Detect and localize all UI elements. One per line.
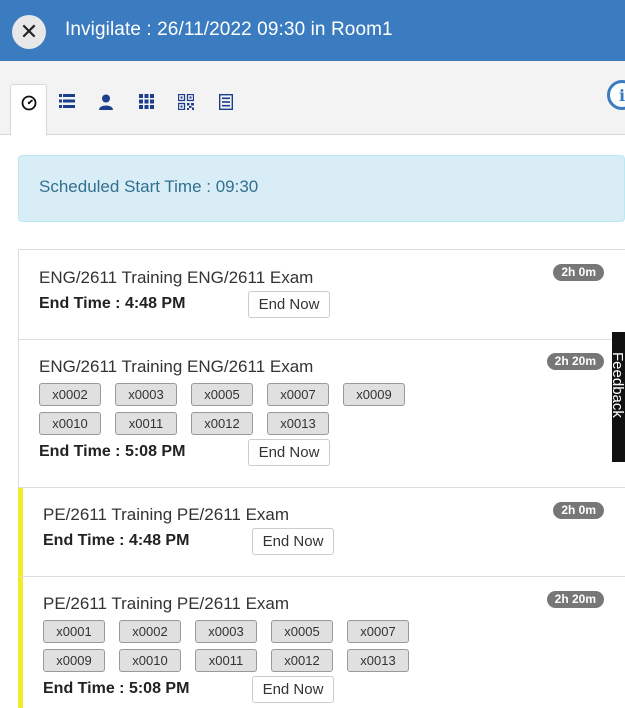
candidate-chip[interactable]: x0007 bbox=[347, 620, 409, 643]
candidate-chip[interactable]: x0002 bbox=[39, 383, 101, 406]
user-icon bbox=[99, 94, 113, 110]
candidate-chip[interactable]: x0003 bbox=[115, 383, 177, 406]
duration-badge: 2h 20m bbox=[546, 591, 604, 608]
candidate-chip[interactable]: x0005 bbox=[271, 620, 333, 643]
candidate-chip[interactable]: x0003 bbox=[195, 620, 257, 643]
candidate-chip[interactable]: x0012 bbox=[271, 649, 333, 672]
dashboard-icon bbox=[21, 95, 36, 111]
session-title: ENG/2611 Training ENG/2611 Exam bbox=[39, 268, 314, 287]
end-time-label: End Time : 4:48 PM bbox=[43, 532, 190, 549]
tab-list[interactable] bbox=[55, 84, 79, 136]
close-icon: ✕ bbox=[19, 19, 39, 44]
candidate-chip[interactable]: x0007 bbox=[267, 383, 329, 406]
tab-dashboard[interactable] bbox=[10, 84, 47, 136]
candidate-chip[interactable]: x0011 bbox=[115, 412, 177, 435]
tab-qr-code[interactable] bbox=[175, 84, 197, 136]
session-item: PE/2611 Training PE/2611 Exam 2h 0m End … bbox=[18, 488, 625, 577]
end-now-button[interactable]: End Now bbox=[248, 439, 330, 466]
candidate-chip[interactable]: x0013 bbox=[347, 649, 409, 672]
scheduled-start-text: Scheduled Start Time : 09:30 bbox=[39, 177, 259, 196]
candidate-chip[interactable]: x0013 bbox=[267, 412, 329, 435]
grid-icon bbox=[138, 94, 154, 109]
candidate-chip[interactable]: x0011 bbox=[195, 649, 257, 672]
session-list: ENG/2611 Training ENG/2611 Exam 2h 0m En… bbox=[18, 249, 625, 708]
scheduled-start-alert: Scheduled Start Time : 09:30 bbox=[18, 155, 625, 222]
candidate-chip[interactable]: x0001 bbox=[43, 620, 105, 643]
close-button[interactable]: ✕ bbox=[12, 15, 46, 49]
candidate-chip[interactable]: x0010 bbox=[39, 412, 101, 435]
session-item: PE/2611 Training PE/2611 Exam 2h 20m x00… bbox=[18, 577, 625, 708]
candidate-chip[interactable]: x0009 bbox=[343, 383, 405, 406]
qr-code-icon bbox=[178, 94, 194, 110]
tab-report[interactable] bbox=[215, 84, 237, 136]
duration-badge: 2h 0m bbox=[553, 264, 604, 281]
end-now-button[interactable]: End Now bbox=[248, 291, 330, 318]
report-icon bbox=[219, 94, 233, 110]
end-time-label: End Time : 5:08 PM bbox=[43, 680, 190, 697]
duration-badge: 2h 0m bbox=[553, 502, 604, 519]
duration-badge: 2h 20m bbox=[546, 353, 604, 370]
session-title: PE/2611 Training PE/2611 Exam bbox=[43, 505, 290, 524]
tab-grid[interactable] bbox=[135, 84, 157, 136]
candidate-chip[interactable]: x0002 bbox=[119, 620, 181, 643]
candidate-chip[interactable]: x0012 bbox=[191, 412, 253, 435]
title-bar: ✕ Invigilate : 26/11/2022 09:30 in Room1 bbox=[0, 0, 625, 61]
session-title: ENG/2611 Training ENG/2611 Exam bbox=[39, 357, 314, 376]
end-time-label: End Time : 5:08 PM bbox=[39, 443, 186, 460]
end-time-label: End Time : 4:48 PM bbox=[39, 295, 186, 312]
end-now-button[interactable]: End Now bbox=[252, 676, 334, 703]
window-title: Invigilate : 26/11/2022 09:30 in Room1 bbox=[65, 19, 393, 40]
candidate-chip[interactable]: x0005 bbox=[191, 383, 253, 406]
tab-bar bbox=[0, 61, 625, 136]
candidate-chip[interactable]: x0009 bbox=[43, 649, 105, 672]
session-item: ENG/2611 Training ENG/2611 Exam 2h 20m x… bbox=[18, 340, 625, 488]
tab-users[interactable] bbox=[95, 84, 117, 136]
candidate-chip[interactable]: x0010 bbox=[119, 649, 181, 672]
feedback-label: Feedback bbox=[612, 352, 625, 418]
list-icon bbox=[59, 94, 75, 108]
session-item: ENG/2611 Training ENG/2611 Exam 2h 0m En… bbox=[18, 250, 625, 340]
feedback-tab[interactable]: Feedback bbox=[612, 332, 625, 462]
end-now-button[interactable]: End Now bbox=[252, 528, 334, 555]
session-title: PE/2611 Training PE/2611 Exam bbox=[43, 594, 290, 613]
